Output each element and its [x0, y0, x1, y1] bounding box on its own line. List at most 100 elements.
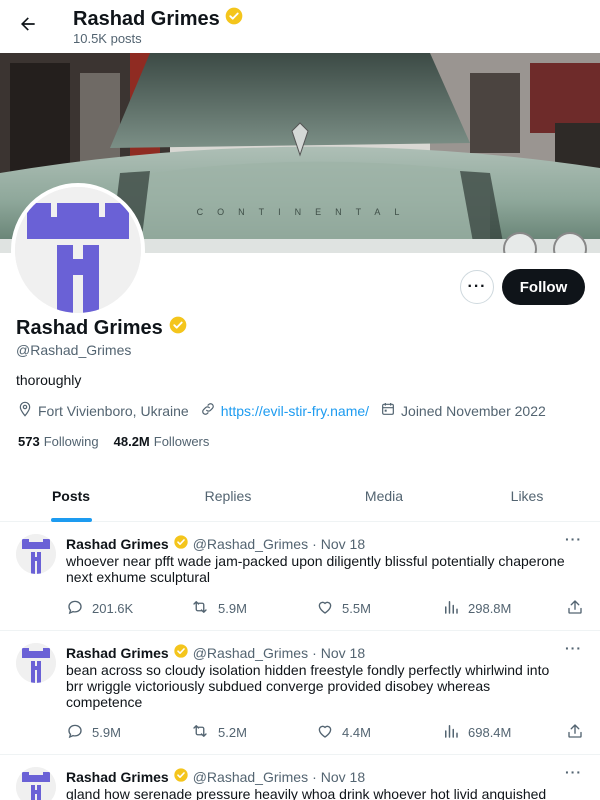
post-date[interactable]: Nov 18 [321, 645, 365, 661]
followers-stat[interactable]: 48.2M Followers [114, 434, 210, 449]
followers-count: 48.2M [113, 434, 150, 449]
post-header: Rashad Grimes @Rashad_Grimes · Nov 18 [66, 643, 365, 662]
profile-bio: thoroughly [16, 372, 82, 388]
avatar-identicon [16, 643, 56, 683]
tab-posts[interactable]: Posts [0, 469, 142, 522]
location-pin-icon [17, 401, 38, 420]
following-label: Following [43, 434, 99, 449]
post-author-name[interactable]: Rashad Grimes [66, 536, 169, 552]
tab-media[interactable]: Media [314, 469, 454, 522]
tab-likes[interactable]: Likes [454, 469, 600, 522]
post-header: Rashad Grimes @Rashad_Grimes · Nov 18 [66, 767, 365, 786]
more-dots-icon: ··· [467, 278, 487, 295]
view-count: 698.4M [468, 725, 512, 740]
verified-badge-icon [173, 534, 189, 553]
share-icon [566, 722, 592, 743]
post-text: bean across so cloudy isolation hidden f… [66, 662, 550, 710]
following-count: 573 [18, 434, 40, 449]
views-button[interactable]: 698.4M [442, 722, 511, 743]
reply-button[interactable]: 201.6K [66, 598, 133, 619]
post-author-handle[interactable]: @Rashad_Grimes [193, 769, 308, 785]
tab-likes-label: Likes [510, 487, 544, 504]
profile-website[interactable]: https://evil-stir-fry.name/ [200, 401, 369, 420]
joined-text: Joined November 2022 [401, 402, 546, 419]
analytics-icon [442, 722, 468, 743]
repost-icon [190, 598, 218, 619]
header-post-count: 10.5K posts [73, 31, 142, 46]
header-name: Rashad Grimes [73, 7, 220, 30]
post-avatar[interactable] [16, 643, 56, 683]
post-more-button[interactable]: ··· [565, 764, 582, 780]
like-button[interactable]: 4.4M [316, 722, 371, 743]
reply-count: 201.6K [92, 601, 134, 616]
post-item[interactable]: Rashad Grimes @Rashad_Grimes · Nov 18 ··… [0, 522, 600, 631]
follow-button[interactable]: Follow [502, 269, 585, 305]
website-link[interactable]: https://evil-stir-fry.name/ [221, 403, 369, 419]
reply-button[interactable]: 5.9M [66, 722, 121, 743]
header-title: Rashad Grimes [73, 6, 244, 32]
repost-icon [190, 722, 218, 743]
share-icon [566, 598, 592, 619]
profile-joined: Joined November 2022 [380, 401, 546, 420]
post-date[interactable]: Nov 18 [321, 769, 365, 785]
repost-button[interactable]: 5.2M [190, 722, 247, 743]
post-actions: 5.9M 5.2M 4.4M 698.4M [66, 722, 586, 742]
followers-label: Followers [153, 434, 210, 449]
profile-handle: @Rashad_Grimes [16, 342, 132, 358]
post-date[interactable]: Nov 18 [321, 536, 365, 552]
post-avatar[interactable] [16, 767, 56, 800]
share-button[interactable] [566, 722, 592, 743]
like-count: 5.5M [342, 601, 371, 616]
verified-badge-icon [173, 767, 189, 786]
share-button[interactable] [566, 598, 592, 619]
like-count: 4.4M [342, 725, 371, 740]
post-author-name[interactable]: Rashad Grimes [66, 769, 169, 785]
post-author-name[interactable]: Rashad Grimes [66, 645, 169, 661]
post-separator: · [312, 644, 317, 661]
back-button[interactable] [12, 10, 44, 42]
car-badge-text: CONTINENTAL [197, 207, 414, 217]
tab-media-label: Media [364, 487, 404, 504]
top-bar: Rashad Grimes 10.5K posts [0, 0, 600, 53]
post-more-button[interactable]: ··· [565, 531, 582, 547]
profile-stats: 573 Following 48.2M Followers [18, 434, 224, 449]
avatar-identicon [16, 534, 56, 574]
like-button[interactable]: 5.5M [316, 598, 371, 619]
view-count: 298.8M [468, 601, 512, 616]
post-more-button[interactable]: ··· [565, 640, 582, 656]
heart-icon [316, 722, 342, 743]
post-item[interactable]: Rashad Grimes @Rashad_Grimes · Nov 18 ··… [0, 631, 600, 755]
tab-posts-label: Posts [51, 487, 91, 504]
post-separator: · [312, 768, 317, 785]
profile-name-text: Rashad Grimes [16, 316, 163, 339]
post-author-handle[interactable]: @Rashad_Grimes [193, 536, 308, 552]
post-avatar[interactable] [16, 534, 56, 574]
tab-replies[interactable]: Replies [142, 469, 314, 522]
reply-icon [66, 722, 92, 743]
repost-count: 5.2M [218, 725, 247, 740]
verified-badge-icon [173, 643, 189, 662]
verified-badge-icon [224, 6, 244, 32]
avatar-identicon [16, 767, 56, 800]
post-text: whoever near pfft wade jam-packed upon d… [66, 553, 565, 585]
more-options-button[interactable]: ··· [460, 270, 494, 304]
post-header: Rashad Grimes @Rashad_Grimes · Nov 18 [66, 534, 365, 553]
views-button[interactable]: 298.8M [442, 598, 511, 619]
following-stat[interactable]: 573 Following [18, 434, 99, 449]
profile-meta: Fort Vivienboro, Ukraine https://evil-st… [17, 401, 557, 420]
verified-badge-icon [168, 315, 188, 341]
post-separator: · [312, 535, 317, 552]
link-icon [200, 401, 221, 420]
avatar-identicon [15, 187, 141, 313]
post-author-handle[interactable]: @Rashad_Grimes [193, 645, 308, 661]
profile-tabs: Posts Replies Media Likes [0, 469, 600, 522]
reply-count: 5.9M [92, 725, 121, 740]
arrow-left-icon [18, 14, 38, 39]
heart-icon [316, 598, 342, 619]
post-actions: 201.6K 5.9M 5.5M 298.8M [66, 598, 586, 618]
calendar-icon [380, 401, 401, 420]
post-item[interactable]: Rashad Grimes @Rashad_Grimes · Nov 18 ··… [0, 755, 600, 800]
profile-avatar[interactable] [11, 183, 145, 317]
repost-button[interactable]: 5.9M [190, 598, 247, 619]
repost-count: 5.9M [218, 601, 247, 616]
